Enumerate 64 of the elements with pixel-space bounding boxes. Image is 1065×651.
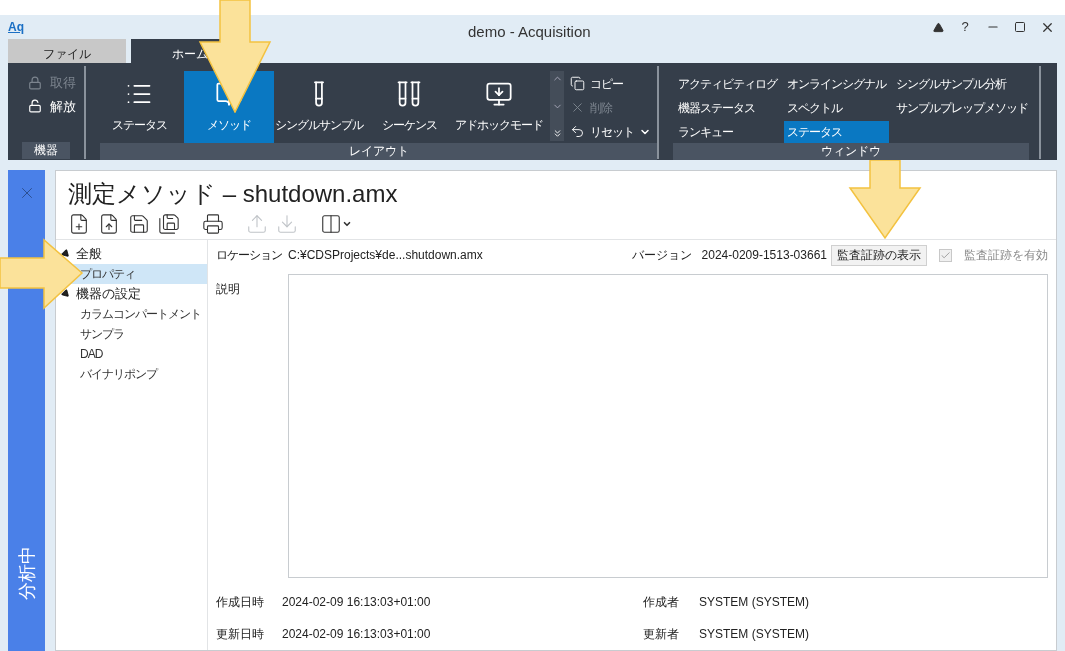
maximize-icon[interactable] [1014, 21, 1026, 33]
ribbon-collapse-icon[interactable] [933, 21, 944, 33]
field-label: バージョン [631, 247, 692, 264]
field-label: 更新日時 [216, 626, 265, 643]
window-item[interactable]: シングルサンプル分析 [893, 73, 1031, 95]
window-item[interactable]: サンプルプレップメソッド [893, 97, 1031, 119]
action-button[interactable]: リセット [570, 121, 651, 142]
window-item[interactable]: アクティビティログ [675, 73, 780, 95]
print-button[interactable] [202, 213, 224, 235]
lock-icon [28, 99, 42, 114]
field-label: ロケーション [216, 247, 283, 264]
tree-item[interactable]: バイナリポンプ [56, 364, 207, 384]
window-item[interactable]: 機器ステータス [675, 97, 780, 119]
ribbon-button[interactable]: ステータス [94, 71, 184, 143]
new-file-button[interactable] [68, 213, 90, 235]
user-value: SYSTEM (SYSTEM) [699, 594, 809, 611]
delete-icon [570, 100, 585, 115]
help-button[interactable]: ? [958, 17, 972, 37]
tree-item[interactable]: カラムコンパートメント [56, 304, 207, 324]
ribbon-button[interactable]: シングルサンプル [274, 71, 364, 143]
field-label: 作成日時 [216, 594, 265, 611]
lock-button[interactable]: 解放 [28, 96, 84, 116]
ribbon-button[interactable]: シーケンス [364, 71, 454, 143]
expanded-icon[interactable] [60, 248, 72, 260]
test-tubes-icon [395, 80, 423, 108]
window-item[interactable]: スペクトル [784, 97, 889, 119]
window-title: demo - Acquisition [468, 22, 591, 42]
field-label: 説明 [216, 281, 241, 298]
group-label: レイアウト [100, 143, 657, 160]
checkbox-label: 監査証跡を有効 [964, 247, 1048, 264]
status-text: 分析中 [16, 546, 38, 600]
caret-icon[interactable] [342, 219, 352, 229]
date-value: 2024-02-09 16:13:03+01:00 [282, 626, 432, 643]
window-item[interactable]: オンラインシグナル [784, 73, 889, 95]
tree-item[interactable]: 全般 [76, 244, 102, 264]
add-page-button[interactable] [320, 213, 342, 235]
action-button[interactable]: コピー [570, 73, 651, 94]
window-item[interactable]: ステータス [784, 121, 889, 143]
group-label: 機器 [22, 142, 70, 159]
user-value: SYSTEM (SYSTEM) [699, 626, 809, 643]
tree-item[interactable]: DAD [56, 344, 207, 364]
tree-item[interactable]: サンプラ [56, 324, 207, 344]
undo-icon [570, 124, 585, 139]
date-value: 2024-02-09 16:13:03+01:00 [282, 594, 432, 611]
audit-trail-button[interactable]: 監査証跡の表示 [831, 244, 927, 266]
save-as-button[interactable] [158, 213, 180, 235]
open-file-button[interactable] [98, 213, 120, 235]
document-title: 測定メソッド – shutdown.amx [67, 179, 399, 209]
field-label: 作成者 [643, 594, 680, 611]
group-label: ウィンドウ [673, 143, 1029, 160]
ribbon-tab[interactable]: ファイル [8, 39, 126, 63]
version-value: 2024-0209-1513-03661 [701, 247, 827, 264]
app-logo: Aq [8, 19, 24, 36]
ribbon-button[interactable]: アドホックモード [454, 71, 544, 143]
location-value: C:¥CDSProjects¥de...shutdown.amx [288, 247, 483, 264]
lock-icon [28, 75, 42, 90]
expanded-icon[interactable] [60, 288, 72, 300]
window-item[interactable]: ランキュー [675, 121, 780, 143]
copy-icon [570, 76, 585, 91]
monitor-icon [485, 80, 513, 108]
tree-item[interactable]: 機器の設定 [76, 284, 141, 304]
description-field[interactable] [288, 274, 1048, 578]
save-button[interactable] [128, 213, 150, 235]
field-label: 更新者 [643, 626, 680, 643]
